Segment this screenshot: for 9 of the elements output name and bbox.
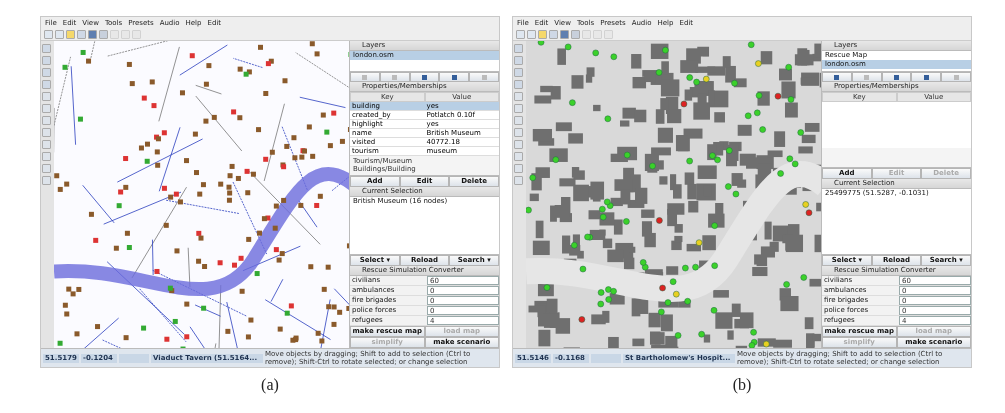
figure-caption: (b) (732, 376, 752, 394)
map-drawing[interactable] (526, 41, 821, 348)
layer-tool-button[interactable] (881, 72, 912, 82)
figure-caption: (a) (261, 376, 279, 394)
layer-tool-button[interactable] (822, 72, 852, 82)
layer-tool-button[interactable] (911, 72, 942, 82)
layer-tool-button[interactable] (409, 72, 440, 82)
map-drawing[interactable] (54, 41, 349, 348)
layer-tool-button[interactable] (439, 72, 470, 82)
